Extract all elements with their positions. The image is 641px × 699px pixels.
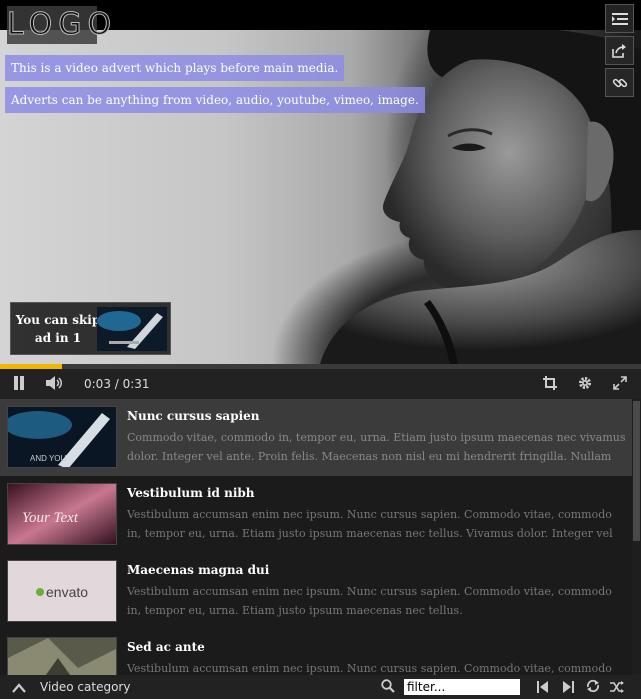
previous-button[interactable] <box>535 675 551 699</box>
skip-line-1: You can skip <box>15 313 101 327</box>
volume-icon <box>46 375 64 394</box>
svg-text:envato: envato <box>46 584 88 600</box>
playlist-thumbnail: envato <box>7 560 117 622</box>
playlist-thumbnail <box>7 637 117 675</box>
playlist-thumbnail: AND YOU <box>7 406 117 468</box>
control-bar: 0:03 / 0:31 <box>0 369 641 399</box>
svg-text:Your Text: Your Text <box>22 510 79 526</box>
link-button[interactable] <box>605 68 634 97</box>
playlist-item-title: Nunc cursus sapien <box>127 409 260 423</box>
bottom-bar: Video category <box>0 675 641 699</box>
video-player: LOGO This is a video advert which plays … <box>0 0 641 699</box>
playlist-item[interactable]: Sed ac ante Vestibulum accumsan enim nec… <box>0 630 632 675</box>
logo: LOGO <box>7 6 118 44</box>
previous-icon <box>537 678 549 697</box>
search-icon <box>381 678 395 697</box>
loop-icon <box>586 678 600 697</box>
shuffle-icon <box>610 678 624 697</box>
share-button[interactable] <box>605 36 634 65</box>
skip-line-2: ad in 1 <box>34 331 82 345</box>
advert-message: Adverts can be anything from video, audi… <box>5 87 425 113</box>
volume-button[interactable] <box>44 369 66 399</box>
playlist-item-description: Vestibulum accumsan enim nec ipsum. Nunc… <box>127 662 612 675</box>
playlist: AND YOU Nunc cursus sapien Commodo vitae… <box>0 399 632 675</box>
playlist-item[interactable]: Your Text Vestibulum id nibh Vestibulum … <box>0 476 632 554</box>
playlist-icon <box>611 12 628 26</box>
scrollbar-thumb[interactable] <box>633 401 640 541</box>
svg-text:AND YOU: AND YOU <box>30 454 67 463</box>
skip-ad-thumbnail <box>97 307 167 351</box>
playlist-item-description: Vestibulum accumsan enim nec ipsum. Nunc… <box>127 508 613 540</box>
crop-button[interactable] <box>539 369 561 399</box>
next-button[interactable] <box>560 675 576 699</box>
category-label[interactable]: Video category <box>40 675 130 699</box>
crop-icon <box>543 375 557 394</box>
shuffle-button[interactable] <box>608 675 626 699</box>
link-icon <box>612 75 628 91</box>
playlist-item[interactable]: envato Maecenas magna dui Vestibulum acc… <box>0 553 632 631</box>
time-display: 0:03 / 0:31 <box>84 377 150 391</box>
playlist-item-title: Sed ac ante <box>127 640 205 654</box>
pause-icon <box>13 375 25 394</box>
settings-button[interactable] <box>574 369 596 399</box>
playlist-thumbnail: Your Text <box>7 483 117 545</box>
playlist-scrollbar[interactable] <box>632 399 641 675</box>
advert-message: This is a video advert which plays befor… <box>5 55 345 81</box>
video-area[interactable]: LOGO This is a video advert which plays … <box>0 0 641 367</box>
skip-ad-box[interactable]: You can skip ad in 1 <box>10 302 171 355</box>
playlist-toggle-button[interactable] <box>605 4 634 33</box>
skip-ad-text: You can skip ad in 1 <box>15 311 101 347</box>
playlist-item-title: Maecenas magna dui <box>127 563 270 577</box>
gear-icon <box>578 375 592 394</box>
filter-input[interactable] <box>404 679 520 695</box>
playlist-item[interactable]: AND YOU Nunc cursus sapien Commodo vitae… <box>0 399 632 477</box>
search-button[interactable] <box>380 675 396 699</box>
loop-button[interactable] <box>584 675 602 699</box>
fullscreen-icon <box>613 375 627 394</box>
playlist-item-title: Vestibulum id nibh <box>127 486 255 500</box>
share-icon <box>612 43 627 58</box>
playlist-item-description: Vestibulum accumsan enim nec ipsum. Nunc… <box>127 585 612 617</box>
playlist-item-description: Commodo vitae, commodo in, tempor eu, ur… <box>127 431 626 463</box>
chevron-up-icon <box>12 678 26 697</box>
next-icon <box>562 678 574 697</box>
category-toggle-button[interactable] <box>10 675 28 699</box>
fullscreen-button[interactable] <box>609 369 631 399</box>
pause-button[interactable] <box>8 369 30 399</box>
